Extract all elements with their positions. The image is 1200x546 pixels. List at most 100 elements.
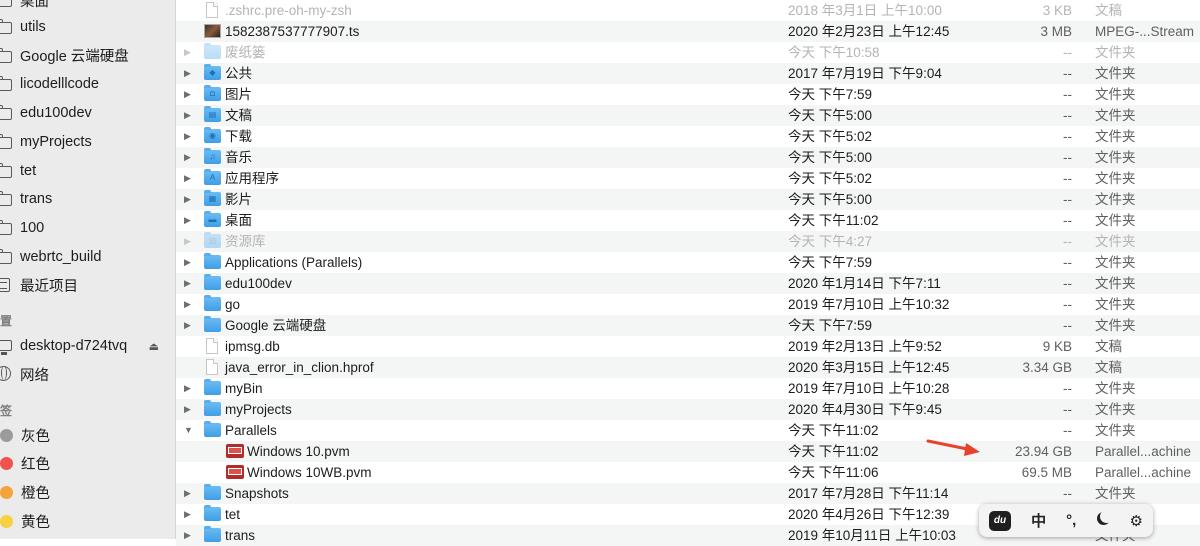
movies-folder-icon: ▦ (204, 190, 221, 206)
disclosure-closed-icon[interactable]: ▶ (184, 399, 196, 420)
sidebar-tag[interactable]: 橙色 (0, 478, 175, 506)
file-row[interactable]: ▼ Parallels 今天 下午11:02 -- 文件夹 (176, 420, 1200, 441)
sidebar-item[interactable]: edu100dev (0, 99, 175, 127)
file-row[interactable]: ▶ ▬ 桌面 今天 下午11:02 -- 文件夹 (176, 210, 1200, 231)
sidebar-item[interactable]: tet (0, 157, 175, 185)
desktop-folder-icon: ▬ (204, 211, 221, 227)
sidebar-item[interactable]: licodelllcode (0, 70, 175, 98)
folder-glyph: ◘ (210, 89, 215, 98)
disclosure-closed-icon[interactable]: ▶ (184, 105, 196, 126)
file-row[interactable]: ▶ ▤ 文稿 今天 下午5:00 -- 文件夹 (176, 105, 1200, 126)
folder-icon (204, 526, 221, 542)
file-name: Parallels (225, 423, 277, 438)
file-kind: 文件夹 (1095, 297, 1136, 312)
trash-folder-icon (204, 43, 221, 59)
sidebar-tag[interactable]: 灰色 (0, 421, 175, 449)
file-row[interactable]: ▶ ▥ 资源库 今天 下午4:27 -- 文件夹 (176, 231, 1200, 252)
sidebar-item[interactable]: 100 (0, 214, 175, 242)
file-row[interactable]: ▶ ♫ 音乐 今天 下午5:00 -- 文件夹 (176, 147, 1200, 168)
file-row[interactable]: Windows 10.pvm 今天 下午11:02 23.94 GB Parallel… (176, 441, 1200, 462)
file-row[interactable]: ▶ A 应用程序 今天 下午5:02 -- 文件夹 (176, 168, 1200, 189)
disclosure-closed-icon[interactable]: ▶ (184, 168, 196, 189)
punctuation-button[interactable]: °, (1066, 512, 1076, 529)
document-icon (206, 338, 218, 354)
folder-glyph: ▤ (208, 110, 217, 119)
sidebar-item[interactable]: 最近项目 (0, 271, 175, 299)
file-row[interactable]: .zshrc.pre-oh-my-zsh 2018 年3月1日 上午10:00 3 … (176, 0, 1200, 21)
sidebar-item[interactable]: trans (0, 185, 175, 213)
file-name: Google 云端硬盘 (225, 318, 327, 333)
file-kind: 文件夹 (1095, 87, 1136, 102)
ime-logo-icon[interactable]: du (989, 510, 1012, 531)
sidebar-item[interactable]: Google 云端硬盘 (0, 42, 175, 70)
file-size: -- (1063, 129, 1072, 144)
file-row[interactable]: ▶ myBin 2019 年7月10日 上午10:28 -- 文件夹 (176, 378, 1200, 399)
disclosure-closed-icon[interactable]: ▶ (184, 147, 196, 168)
sidebar-tag-label: 黄色 (21, 514, 50, 531)
file-row[interactable]: ▶ ◘ 图片 今天 下午7:59 -- 文件夹 (176, 84, 1200, 105)
sidebar-item[interactable]: utils (0, 13, 175, 41)
file-row[interactable]: ▶ Applications (Parallels) 今天 下午7:59 -- 文件夹 (176, 252, 1200, 273)
disclosure-closed-icon[interactable]: ▶ (184, 252, 196, 273)
sidebar-item-desktop[interactable]: 桌面 (0, 0, 175, 14)
file-kind: 文稿 (1095, 3, 1122, 18)
gear-icon[interactable]: ⚙ (1129, 512, 1142, 530)
sidebar-item-label: webrtc_build (20, 248, 102, 265)
sidebar-location[interactable]: desktop-d724tvq ⏏ (0, 332, 175, 360)
network-icon (0, 366, 14, 382)
folder-icon (0, 133, 14, 150)
disclosure-closed-icon[interactable]: ▶ (184, 294, 196, 315)
file-size: 3 KB (1042, 3, 1072, 18)
disclosure-closed-icon[interactable]: ▶ (184, 231, 196, 252)
file-date-modified: 今天 下午5:02 (788, 171, 873, 186)
disclosure-closed-icon[interactable]: ▶ (184, 189, 196, 210)
eject-icon[interactable]: ⏏ (149, 340, 159, 353)
file-date-modified: 今天 下午11:02 (788, 423, 879, 438)
music-folder-icon: ♫ (204, 148, 221, 164)
file-kind: 文件夹 (1095, 45, 1136, 60)
file-row[interactable]: ▶ Google 云端硬盘 今天 下午7:59 -- 文件夹 (176, 315, 1200, 336)
file-row[interactable]: ▶ edu100dev 2020 年1月14日 下午7:11 -- 文件夹 (176, 273, 1200, 294)
disclosure-closed-icon[interactable]: ▶ (184, 273, 196, 294)
disclosure-closed-icon[interactable]: ▶ (184, 504, 196, 525)
file-row[interactable]: ▶ ▦ 影片 今天 下午5:00 -- 文件夹 (176, 189, 1200, 210)
file-date-modified: 今天 下午10:58 (788, 45, 880, 60)
file-row[interactable]: Windows 10WB.pvm 今天 下午11:06 69.5 MB Paralle… (176, 462, 1200, 483)
file-row[interactable]: ▶ 废纸篓 今天 下午10:58 -- 文件夹 (176, 42, 1200, 63)
disclosure-closed-icon[interactable]: ▶ (184, 483, 196, 504)
disclosure-closed-icon[interactable]: ▶ (184, 84, 196, 105)
sidebar-location[interactable]: 网络 (0, 360, 175, 388)
file-row[interactable]: ▶ go 2019 年7月10日 上午10:32 -- 文件夹 (176, 294, 1200, 315)
file-row[interactable]: ▶ ◉ 下载 今天 下午5:02 -- 文件夹 (176, 126, 1200, 147)
file-name: Windows 10.pvm (247, 444, 350, 459)
file-name: .zshrc.pre-oh-my-zsh (225, 3, 352, 18)
disclosure-closed-icon[interactable]: ▶ (184, 378, 196, 399)
disclosure-closed-icon[interactable]: ▶ (184, 42, 196, 63)
file-name: 音乐 (225, 150, 252, 165)
sidebar-tag[interactable]: 红色 (0, 450, 175, 478)
file-size: -- (1063, 213, 1072, 228)
file-row[interactable]: ▶ Snapshots 2017 年7月28日 下午11:14 -- 文件夹 (176, 483, 1200, 504)
disclosure-closed-icon[interactable]: ▶ (184, 525, 196, 546)
file-row[interactable]: 1582387537777907.ts 2020 年2月23日 上午12:45 3 … (176, 21, 1200, 42)
moon-icon[interactable] (1096, 512, 1109, 529)
disclosure-closed-icon[interactable]: ▶ (184, 63, 196, 84)
file-row[interactable]: java_error_in_clion.hprof 2020 年3月15日 上午1… (176, 357, 1200, 378)
file-size: -- (1063, 255, 1072, 270)
folder-icon (204, 295, 221, 311)
file-row[interactable]: ▶ myProjects 2020 年4月30日 下午9:45 -- 文件夹 (176, 399, 1200, 420)
sidebar-item[interactable]: webrtc_build (0, 243, 175, 271)
sidebar-tag[interactable]: 黄色 (0, 507, 175, 535)
file-row[interactable]: ipmsg.db 2019 年2月13日 上午9:52 9 KB 文稿 (176, 336, 1200, 357)
disclosure-closed-icon[interactable]: ▶ (184, 315, 196, 336)
disclosure-open-icon[interactable]: ▼ (184, 420, 196, 441)
file-kind: 文稿 (1095, 360, 1122, 375)
chinese-mode-button[interactable]: 中 (1031, 510, 1046, 531)
sidebar-item[interactable]: myProjects (0, 128, 175, 156)
disclosure-closed-icon[interactable]: ▶ (184, 210, 196, 231)
disclosure-closed-icon[interactable]: ▶ (184, 126, 196, 147)
file-date-modified: 2017 年7月19日 下午9:04 (788, 66, 942, 81)
folder-icon (204, 505, 221, 521)
public-folder-icon: ◆ (204, 64, 221, 80)
file-row[interactable]: ▶ ◆ 公共 2017 年7月19日 下午9:04 -- 文件夹 (176, 63, 1200, 84)
